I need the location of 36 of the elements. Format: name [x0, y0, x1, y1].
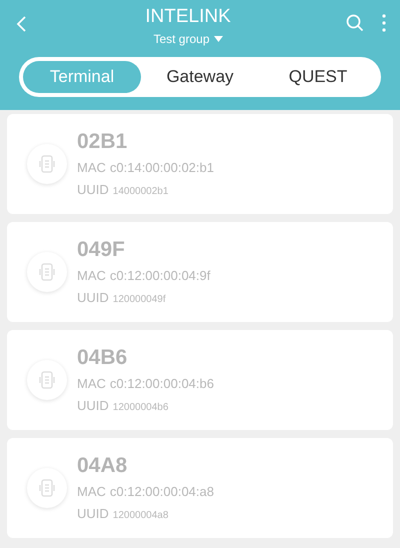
mac-address: c0:12:00:00:04:b6	[110, 374, 214, 392]
device-card[interactable]: 04B6 MAC c0:12:00:00:04:b6 UUID 12000004b6	[7, 330, 393, 430]
uuid-value: 14000002b1	[112, 185, 168, 199]
device-card[interactable]: 049F MAC c0:12:00:00:04:9f UUID 120000049f	[7, 222, 393, 322]
device-card[interactable]: 04A8 MAC c0:12:00:00:04:a8 UUID 12000004a8	[7, 438, 393, 538]
device-name: 02B1	[77, 128, 128, 154]
mac-label: MAC	[77, 374, 106, 392]
tab[interactable]: Gateway	[141, 61, 259, 93]
uuid-label: UUID	[77, 505, 109, 523]
group-dropdown[interactable]: Test group	[153, 30, 223, 48]
device-name: 04B6	[77, 344, 128, 370]
device-name: 049F	[77, 236, 126, 262]
device-card[interactable]: 02B1 MAC c0:14:00:00:02:b1 UUID 14000002b1	[7, 114, 393, 214]
mac-address: c0:12:00:00:04:a8	[110, 482, 214, 500]
mac-label: MAC	[77, 266, 106, 284]
uuid-value: 120000049f	[112, 293, 166, 307]
device-icon	[27, 252, 67, 292]
mac-address: c0:12:00:00:04:9f	[110, 266, 210, 284]
caret-icon	[214, 36, 223, 42]
app-title: INTELINK	[145, 6, 231, 28]
tab[interactable]: QUEST	[259, 61, 377, 93]
uuid-label: UUID	[77, 397, 109, 415]
mac-label: MAC	[77, 158, 106, 176]
device-name: 04A8	[77, 452, 128, 478]
uuid-label: UUID	[77, 289, 109, 307]
uuid-value: 12000004a8	[112, 509, 168, 523]
uuid-label: UUID	[77, 181, 109, 199]
search-icon[interactable]	[346, 14, 364, 32]
mac-address: c0:14:00:00:02:b1	[110, 158, 214, 176]
device-icon	[27, 468, 67, 508]
device-icon	[27, 144, 67, 184]
tab[interactable]: Terminal	[23, 61, 141, 93]
device-icon	[27, 360, 67, 400]
uuid-value: 12000004b6	[112, 401, 168, 415]
more-icon[interactable]	[382, 14, 386, 32]
mac-label: MAC	[77, 482, 106, 500]
